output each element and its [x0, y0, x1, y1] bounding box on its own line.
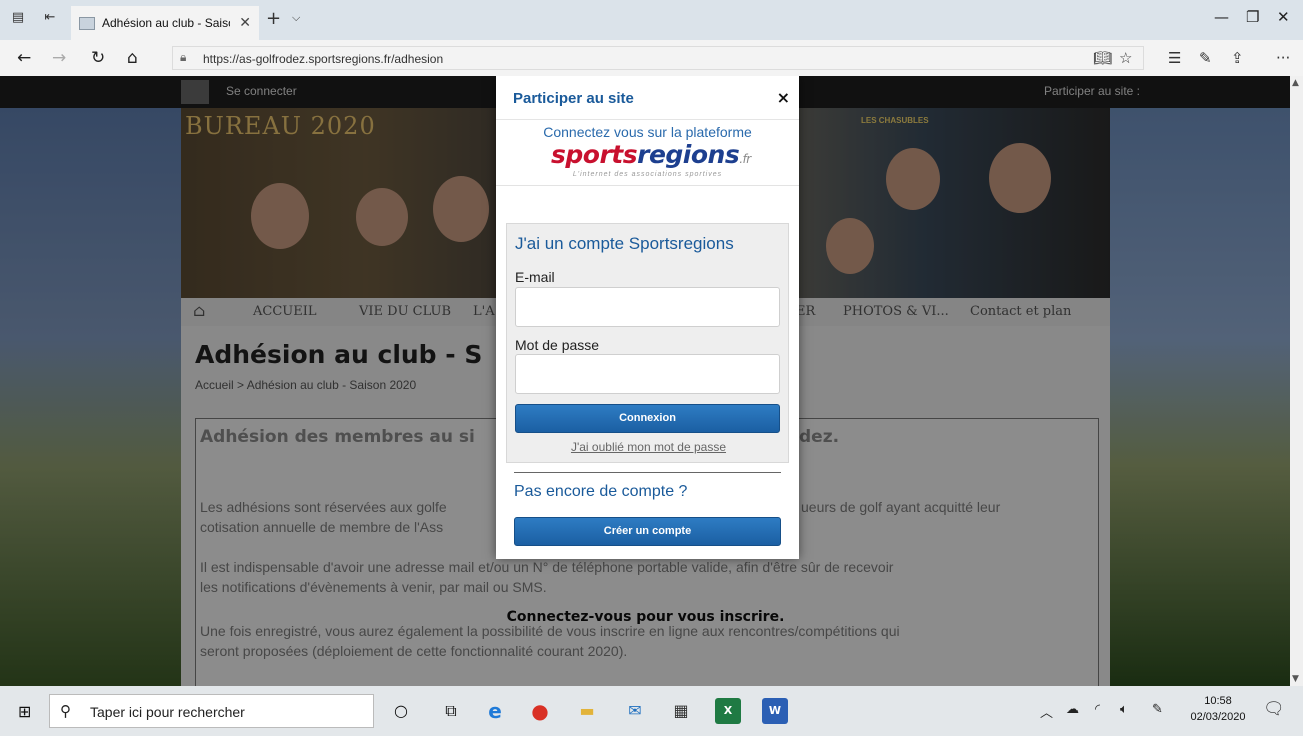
login-panel-title: J'ai un compte Sportsregions — [515, 234, 734, 253]
share-icon[interactable]: ⇪ — [1231, 49, 1244, 67]
divider — [514, 472, 781, 473]
modal-title: Participer au site — [513, 90, 634, 107]
onedrive-icon[interactable]: ☁ — [1066, 702, 1079, 717]
modal-header: Participer au site × — [496, 76, 799, 120]
address-bar[interactable]: 🔒︎ https://as-golfrodez.sportsregions.fr… — [172, 46, 1144, 70]
clock-date: 02/03/2020 — [1190, 711, 1246, 723]
page-scrollbar[interactable]: ▲ ▼ — [1290, 76, 1303, 686]
tab-preview-chevron-icon[interactable]: ⌵ — [292, 11, 300, 25]
calculator-icon[interactable]: ▦ — [668, 698, 694, 724]
email-label: E-mail — [515, 269, 555, 285]
wifi-icon[interactable]: ◜ — [1095, 702, 1100, 717]
login-panel: J'ai un compte Sportsregions E-mail Mot … — [506, 223, 789, 463]
favorite-star-icon[interactable]: ☆ — [1119, 49, 1132, 67]
task-view-icon[interactable]: ⧉ — [438, 698, 464, 724]
url-text: https://as-golfrodez.sportsregions.fr/ad… — [203, 52, 444, 66]
login-button[interactable]: Connexion — [515, 404, 780, 433]
excel-icon[interactable]: X — [715, 698, 741, 724]
reading-view-icon[interactable]: 📖︎ — [1093, 49, 1112, 67]
new-tab-icon[interactable]: + — [266, 8, 281, 29]
back-icon[interactable]: ← — [17, 48, 31, 68]
cortana-icon[interactable]: ○ — [388, 698, 414, 724]
tab-favicon-icon — [79, 17, 95, 30]
active-tab[interactable]: Adhésion au club - Saiso ✕ — [71, 6, 259, 40]
word-icon[interactable]: W — [762, 698, 788, 724]
windows-taskbar: ⊞ ⚲ Taper ici pour rechercher ○ ⧉ e ● ▬ … — [0, 686, 1303, 736]
search-placeholder: Taper ici pour rechercher — [90, 704, 245, 720]
no-account-title: Pas encore de compte ? — [514, 483, 688, 500]
window-close-icon[interactable]: ✕ — [1277, 8, 1290, 26]
edge-icon[interactable]: e — [482, 698, 508, 724]
scroll-up-icon[interactable]: ▲ — [1292, 78, 1299, 88]
password-label: Mot de passe — [515, 337, 600, 353]
clock-time: 10:58 — [1204, 695, 1232, 707]
tab-close-icon[interactable]: ✕ — [239, 14, 251, 31]
browser-tab-bar: ▤ ⇤ Adhésion au club - Saiso ✕ + ⌵ — ❐ ✕ — [0, 0, 1303, 40]
connect-text: Connectez vous sur la plateforme — [543, 124, 752, 140]
logo-tagline: L'internet des associations sportives — [572, 171, 723, 178]
email-field[interactable] — [515, 287, 780, 327]
sportsregions-logo: sportsregions.fr — [551, 140, 751, 169]
divider — [496, 185, 799, 186]
tray-chevron-icon[interactable]: ︿ — [1040, 702, 1053, 721]
windows-start-icon[interactable]: ⊞ — [18, 702, 31, 721]
taskbar-search[interactable]: ⚲ Taper ici pour rechercher — [49, 694, 374, 728]
pen-workspace-icon[interactable]: ✎ — [1152, 702, 1163, 717]
mail-icon[interactable]: ✉ — [622, 698, 648, 724]
more-icon[interactable]: ··· — [1276, 49, 1290, 67]
home-icon[interactable]: ⌂ — [127, 48, 138, 68]
tab-actions-icon[interactable]: ▤ — [10, 10, 26, 26]
search-icon: ⚲ — [60, 703, 71, 720]
lock-icon: 🔒︎ — [180, 50, 187, 64]
minimize-icon[interactable]: — — [1214, 8, 1229, 26]
favorites-icon[interactable]: ☰ — [1168, 49, 1181, 67]
volume-muted-icon[interactable]: 🔈︎ — [1120, 702, 1128, 717]
set-aside-tabs-icon[interactable]: ⇤ — [42, 10, 58, 26]
close-icon[interactable]: × — [777, 88, 790, 107]
system-clock[interactable]: 10:58 02/03/2020 — [1190, 693, 1246, 725]
tab-title: Adhésion au club - Saiso — [102, 16, 230, 30]
forgot-password-link[interactable]: J'ai oublié mon mot de passe — [507, 440, 790, 454]
password-field[interactable] — [515, 354, 780, 394]
pen-icon[interactable]: ✎ — [1199, 49, 1212, 67]
login-modal: Participer au site × Connectez vous sur … — [496, 76, 799, 559]
chrome-icon[interactable]: ● — [527, 698, 553, 724]
refresh-icon[interactable]: ↻ — [91, 48, 105, 68]
browser-toolbar: ← → ↻ ⌂ 🔒︎ https://as-golfrodez.sportsre… — [0, 40, 1303, 76]
scroll-down-icon[interactable]: ▼ — [1292, 674, 1299, 684]
create-account-button[interactable]: Créer un compte — [514, 517, 781, 546]
restore-icon[interactable]: ❐ — [1246, 8, 1259, 26]
file-explorer-icon[interactable]: ▬ — [574, 698, 600, 724]
forward-icon[interactable]: → — [52, 48, 66, 68]
notification-center-icon[interactable]: 🗨︎ — [1263, 699, 1285, 719]
page-viewport: Se connecter Participer au site : BUREAU… — [0, 76, 1290, 686]
